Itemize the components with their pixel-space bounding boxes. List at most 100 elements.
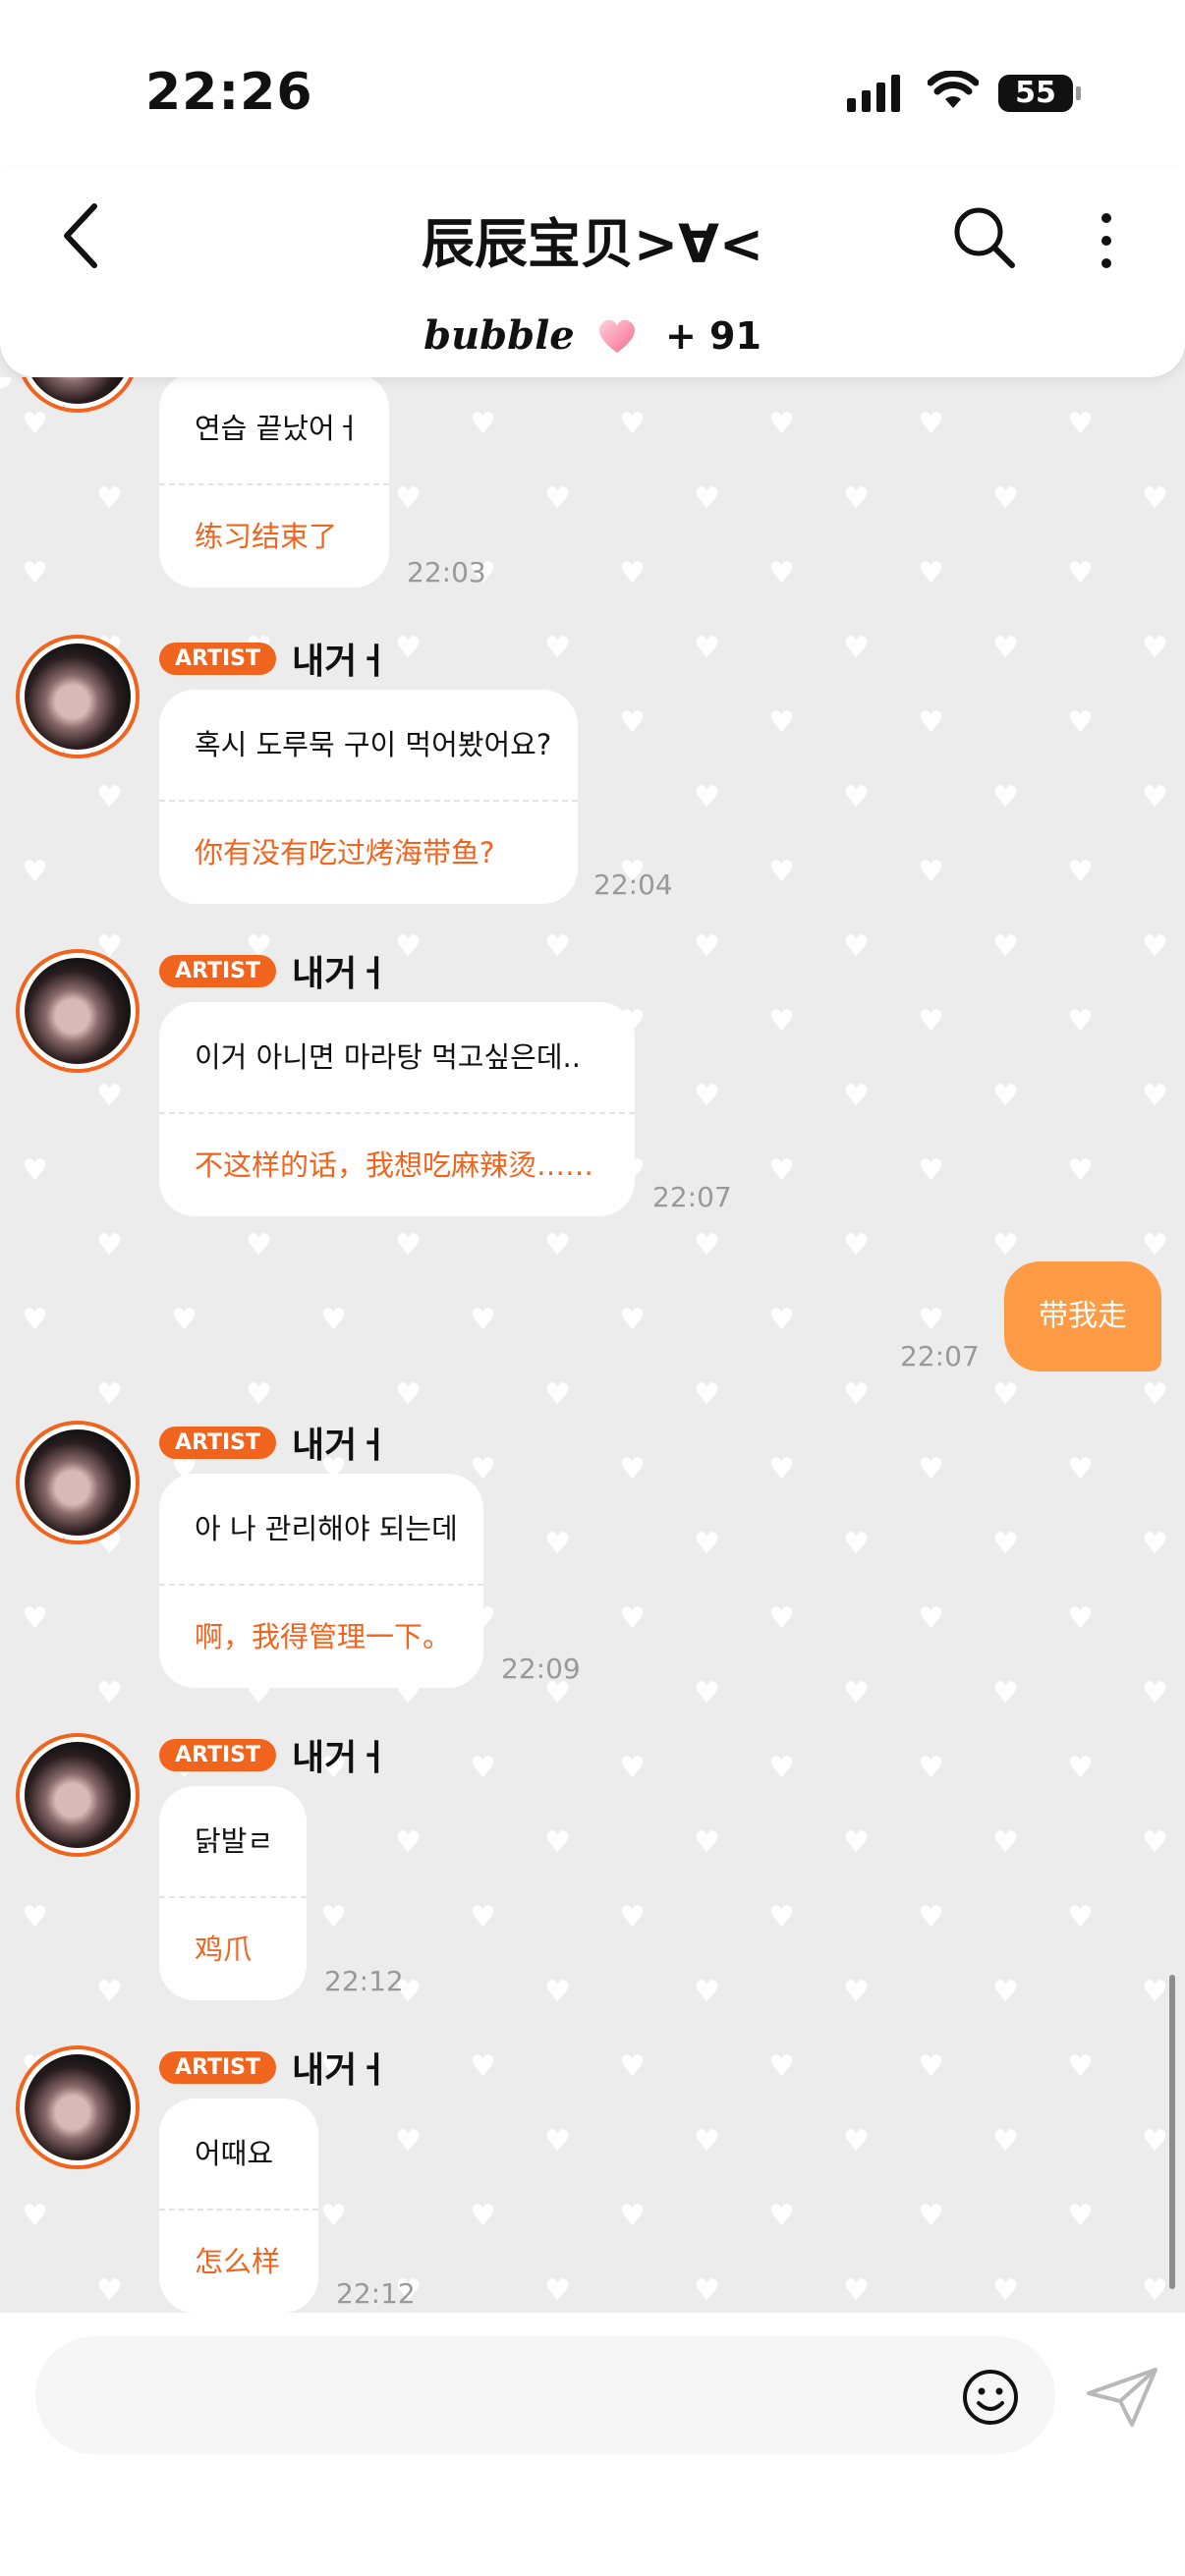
- background-heart-icon: ♥: [22, 407, 48, 441]
- background-heart-icon: ♥: [768, 1900, 795, 1934]
- background-heart-icon: ♥: [619, 2049, 646, 2084]
- chat-header: 辰辰宝贝>∀< bubble + 91: [0, 167, 1185, 377]
- background-heart-icon: ♥: [171, 1303, 198, 1337]
- background-heart-icon: ♥: [694, 1377, 720, 1412]
- background-heart-icon: ♥: [694, 929, 720, 964]
- sender-name: 내거ㅓ: [292, 642, 390, 682]
- message-bubble[interactable]: 어때요 怎么样: [159, 2099, 318, 2313]
- background-heart-icon: ♥: [843, 1676, 870, 1710]
- background-heart-icon: ♥: [918, 2049, 944, 2084]
- background-heart-icon: ♥: [22, 2199, 48, 2233]
- background-heart-icon: ♥: [843, 2124, 870, 2158]
- artist-avatar[interactable]: [16, 1421, 140, 1544]
- background-heart-icon: ♥: [992, 2273, 1019, 2308]
- background-heart-icon: ♥: [843, 2273, 870, 2308]
- background-heart-icon: ♥: [768, 705, 795, 740]
- background-heart-icon: ♥: [768, 1452, 795, 1486]
- battery-icon: 55: [998, 75, 1073, 112]
- background-heart-icon: ♥: [395, 1825, 422, 1860]
- background-heart-icon: ♥: [1067, 1004, 1094, 1038]
- message-translation: 啊，我得管理一下。: [195, 1620, 452, 1653]
- background-heart-icon: ♥: [768, 1751, 795, 1785]
- background-heart-icon: ♥: [1142, 2273, 1168, 2308]
- background-heart-icon: ♥: [1142, 2124, 1168, 2158]
- message-bubble[interactable]: 이거 아니면 마라탕 먹고싶은데.. 不这样的话，我想吃麻辣烫……: [159, 1002, 635, 1216]
- message-bubble[interactable]: 닭발ㄹ 鸡爪: [159, 1786, 307, 2000]
- background-heart-icon: ♥: [1142, 481, 1168, 516]
- message-original: 어때요: [195, 2137, 274, 2170]
- background-heart-icon: ♥: [22, 1601, 48, 1636]
- artist-badge: ARTIST: [159, 1426, 277, 1459]
- background-heart-icon: ♥: [619, 1303, 646, 1337]
- message-bubble[interactable]: 혹시 도루묵 구이 먹어봤어요? 你有没有吃过烤海带鱼?: [159, 690, 578, 904]
- bubble-logo: bubble: [423, 312, 575, 359]
- background-heart-icon: ♥: [1142, 1079, 1168, 1113]
- artist-avatar[interactable]: [16, 635, 140, 758]
- background-heart-icon: ♥: [918, 2199, 944, 2233]
- background-heart-icon: ♥: [843, 1079, 870, 1113]
- background-heart-icon: ♥: [395, 631, 422, 665]
- background-heart-icon: ♥: [992, 481, 1019, 516]
- background-heart-icon: ♥: [694, 1676, 720, 1710]
- background-heart-icon: ♥: [694, 1527, 720, 1561]
- background-heart-icon: ♥: [918, 1900, 944, 1934]
- background-heart-icon: ♥: [544, 1527, 571, 1561]
- sender-row: ARTIST 내거ㅓ: [159, 2042, 389, 2093]
- background-heart-icon: ♥: [694, 1228, 720, 1262]
- artist-avatar[interactable]: [16, 949, 140, 1073]
- more-icon[interactable]: [1089, 206, 1124, 275]
- background-heart-icon: ♥: [1067, 2049, 1094, 2084]
- background-heart-icon: ♥: [619, 556, 646, 590]
- background-heart-icon: ♥: [1142, 1676, 1168, 1710]
- bubble-count-value: + 91: [664, 314, 762, 358]
- background-heart-icon: ♥: [96, 1377, 123, 1412]
- artist-avatar[interactable]: [16, 2045, 140, 2169]
- background-heart-icon: ♥: [992, 2124, 1019, 2158]
- message-input[interactable]: [35, 2336, 1055, 2454]
- search-icon[interactable]: [949, 202, 1018, 271]
- background-heart-icon: ♥: [918, 1452, 944, 1486]
- artist-badge: ARTIST: [159, 2050, 277, 2084]
- emoji-icon[interactable]: [961, 2368, 1020, 2427]
- message-bubble[interactable]: 연습 끝났어ㅓ 练习结束了: [159, 377, 389, 588]
- background-heart-icon: ♥: [96, 481, 123, 516]
- chat-scrollbar[interactable]: [1169, 1975, 1175, 2289]
- background-heart-icon: ♥: [619, 1601, 646, 1636]
- background-heart-icon: ♥: [768, 1601, 795, 1636]
- message-time: 22:12: [336, 2277, 416, 2310]
- chat-area[interactable]: ♥ ♥ ♥ ♥ ♥ ♥ ♥ ♥ ♥ ♥ ♥ ♥ ♥ ♥ ♥ ♥ ♥ ♥ ♥ ♥ ♥ ♥ ♥ ♥ ♥ ♥ ♥ ♥ ♥ ♥ ♥ ♥ ♥ ♥ ♥ ♥ ♥ ♥ ♥ ♥…: [0, 377, 1185, 2313]
- background-heart-icon: ♥: [843, 481, 870, 516]
- artist-badge: ARTIST: [159, 1738, 277, 1771]
- background-heart-icon: ♥: [694, 1975, 720, 2009]
- background-heart-icon: ♥: [1142, 1527, 1168, 1561]
- background-heart-icon: ♥: [1142, 631, 1168, 665]
- background-heart-icon: ♥: [395, 1377, 422, 1412]
- message-bubble[interactable]: 아 나 관리해야 되는데 啊，我得管理一下。: [159, 1474, 483, 1688]
- background-heart-icon: ♥: [918, 407, 944, 441]
- background-heart-icon: ♥: [1067, 855, 1094, 889]
- background-heart-icon: ♥: [1067, 1452, 1094, 1486]
- background-heart-icon: ♥: [992, 1676, 1019, 1710]
- artist-avatar[interactable]: [16, 1733, 140, 1857]
- background-heart-icon: ♥: [544, 1975, 571, 2009]
- background-heart-icon: ♥: [992, 929, 1019, 964]
- background-heart-icon: ♥: [544, 1825, 571, 1860]
- my-message-bubble[interactable]: 带我走: [1004, 1261, 1161, 1372]
- background-heart-icon: ♥: [246, 1377, 272, 1412]
- background-heart-icon: ♥: [544, 1228, 571, 1262]
- background-heart-icon: ♥: [918, 1004, 944, 1038]
- background-heart-icon: ♥: [544, 631, 571, 665]
- send-icon[interactable]: [1085, 2366, 1159, 2429]
- background-heart-icon: ♥: [1142, 1825, 1168, 1860]
- background-heart-icon: ♥: [22, 1900, 48, 1934]
- artist-avatar[interactable]: [16, 377, 140, 413]
- background-heart-icon: ♥: [320, 1900, 347, 1934]
- background-heart-icon: ♥: [694, 481, 720, 516]
- background-heart-icon: ♥: [470, 2049, 496, 2084]
- background-heart-icon: ♥: [843, 1527, 870, 1561]
- background-heart-icon: ♥: [918, 1751, 944, 1785]
- background-heart-icon: ♥: [768, 556, 795, 590]
- background-heart-icon: ♥: [1142, 1377, 1168, 1412]
- background-heart-icon: ♥: [395, 2124, 422, 2158]
- cellular-signal-icon: [847, 75, 900, 112]
